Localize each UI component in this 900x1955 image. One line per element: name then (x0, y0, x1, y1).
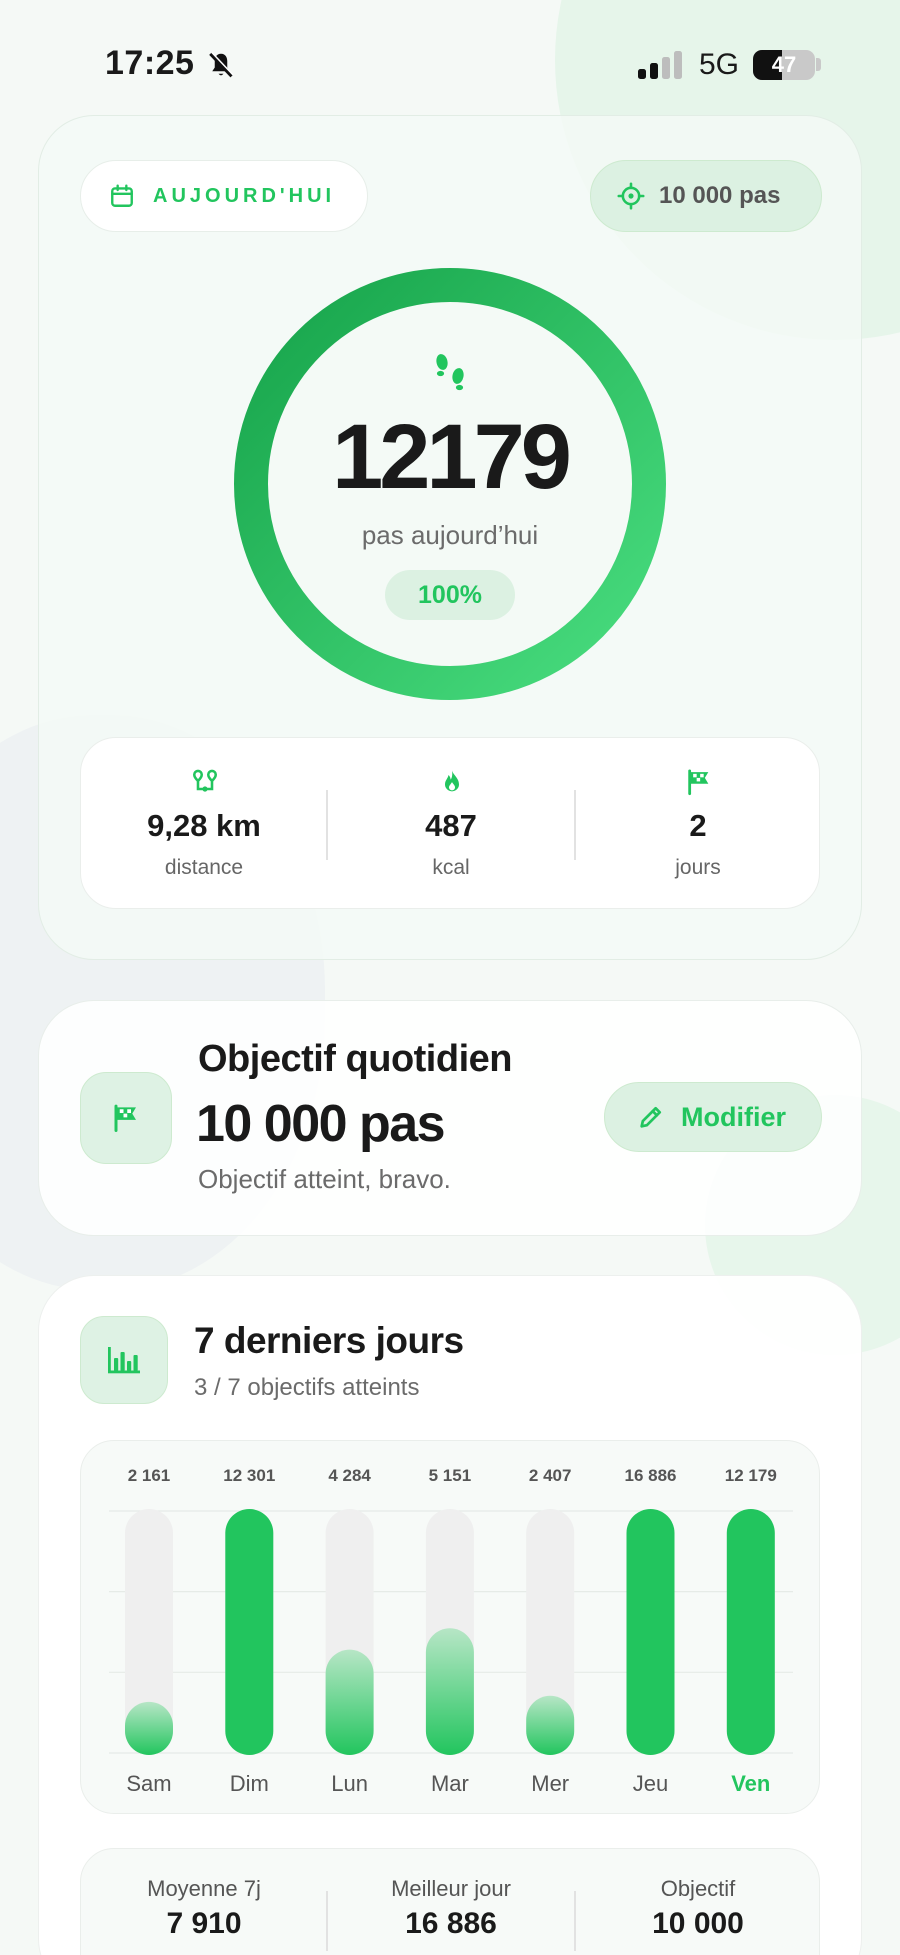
bar-chart-icon (108, 1347, 140, 1374)
modify-objective-button[interactable]: Modifier (604, 1082, 822, 1152)
objective-icon-tile (80, 1072, 172, 1164)
battery-level: 47 (771, 52, 797, 77)
bar-value-label: 2 161 (128, 1466, 171, 1485)
bell-muted-icon (209, 51, 234, 78)
distance-value: 9,28 km (147, 808, 261, 843)
objective-title: Objectif quotidien (198, 1038, 512, 1080)
bar-lun[interactable] (325, 1649, 374, 1755)
today-steps-caption: pas aujourd’hui (361, 520, 539, 550)
flame-icon (445, 770, 459, 792)
cellular-signal-icon (638, 51, 682, 79)
route-icon (192, 769, 218, 792)
summary-best-label: Meilleur jour (391, 1876, 511, 1901)
today-steps-count: 12179 (332, 406, 572, 508)
bar-value-label: 2 407 (529, 1466, 572, 1485)
summary-goal-value: 10 000 (652, 1907, 744, 1940)
days-value: 2 (689, 808, 707, 843)
calendar-icon (111, 184, 133, 207)
day-label: Mar (431, 1771, 469, 1796)
bar-sam[interactable] (125, 1701, 173, 1755)
week-chart: 2 161 Sam 12 301 Dim 4 284 Lun 5 151 Mar 2 407 Me… (80, 1440, 820, 1814)
stat-calories: 487 kcal (328, 738, 574, 910)
flag-icon (688, 769, 709, 796)
bar-value-label: 4 284 (328, 1466, 371, 1485)
battery-icon: 47 (753, 50, 815, 80)
battery-cap (816, 58, 821, 71)
modify-label: Modifier (681, 1101, 786, 1132)
goal-percent-badge: 100% (385, 570, 515, 620)
bar-value-label: 16 886 (625, 1466, 677, 1485)
calories-label: kcal (432, 856, 470, 879)
summary-average-label: Moyenne 7j (147, 1876, 261, 1901)
summary-best-value: 16 886 (405, 1907, 497, 1940)
bar-mar[interactable] (425, 1628, 474, 1755)
goal-pill-label: 10 000 pas (659, 182, 781, 209)
calories-value: 487 (425, 808, 477, 843)
bar-jeu[interactable] (626, 1509, 675, 1755)
today-pill[interactable]: AUJOURD'HUI (80, 160, 368, 232)
status-time: 17:25 (105, 44, 195, 82)
summary-goal-label: Objectif (660, 1876, 736, 1901)
week-bar-chart: 2 161 Sam 12 301 Dim 4 284 Lun 5 151 Mar 2 407 Me… (109, 1466, 793, 1796)
flag-icon (114, 1104, 136, 1132)
objective-value: 10 000 pas (196, 1095, 446, 1153)
stat-distance: 9,28 km distance (81, 738, 327, 910)
day-label: Mer (531, 1771, 569, 1796)
day-label: Jeu (633, 1771, 668, 1796)
bar-mer[interactable] (526, 1695, 575, 1755)
week-subtitle: 3 / 7 objectifs atteints (194, 1374, 420, 1401)
bar-value-label: 5 151 (429, 1466, 472, 1485)
bar-dim[interactable] (225, 1509, 274, 1755)
today-stats: 9,28 km distance 487 kcal 2 jours (80, 737, 820, 909)
goal-pill[interactable]: 10 000 pas (590, 160, 822, 232)
summary-average-value: 7 910 (166, 1907, 242, 1940)
day-label: Lun (331, 1771, 368, 1796)
distance-label: distance (164, 856, 244, 879)
bar-ven[interactable] (726, 1509, 775, 1755)
target-icon (617, 182, 645, 210)
bar-value-label: 12 179 (725, 1466, 777, 1485)
footprints-icon (436, 354, 464, 391)
week-icon-tile (80, 1316, 168, 1404)
day-label: Ven (731, 1771, 770, 1796)
objective-note: Objectif atteint, bravo. (198, 1164, 451, 1194)
week-title: 7 derniers jours (194, 1320, 464, 1361)
pencil-icon (640, 1106, 662, 1128)
week-summary: Moyenne 7j 7 910 Meilleur jour 16 886 Ob… (80, 1848, 820, 1955)
day-label: Dim (230, 1771, 269, 1796)
stat-days: 2 jours (575, 738, 821, 910)
today-label: AUJOURD'HUI (153, 184, 336, 207)
day-label: Sam (126, 1771, 171, 1796)
network-type: 5G (699, 48, 740, 81)
days-label: jours (675, 856, 721, 879)
status-bar: 17:25 5G 47 (0, 0, 900, 130)
bar-value-label: 12 301 (223, 1466, 275, 1485)
